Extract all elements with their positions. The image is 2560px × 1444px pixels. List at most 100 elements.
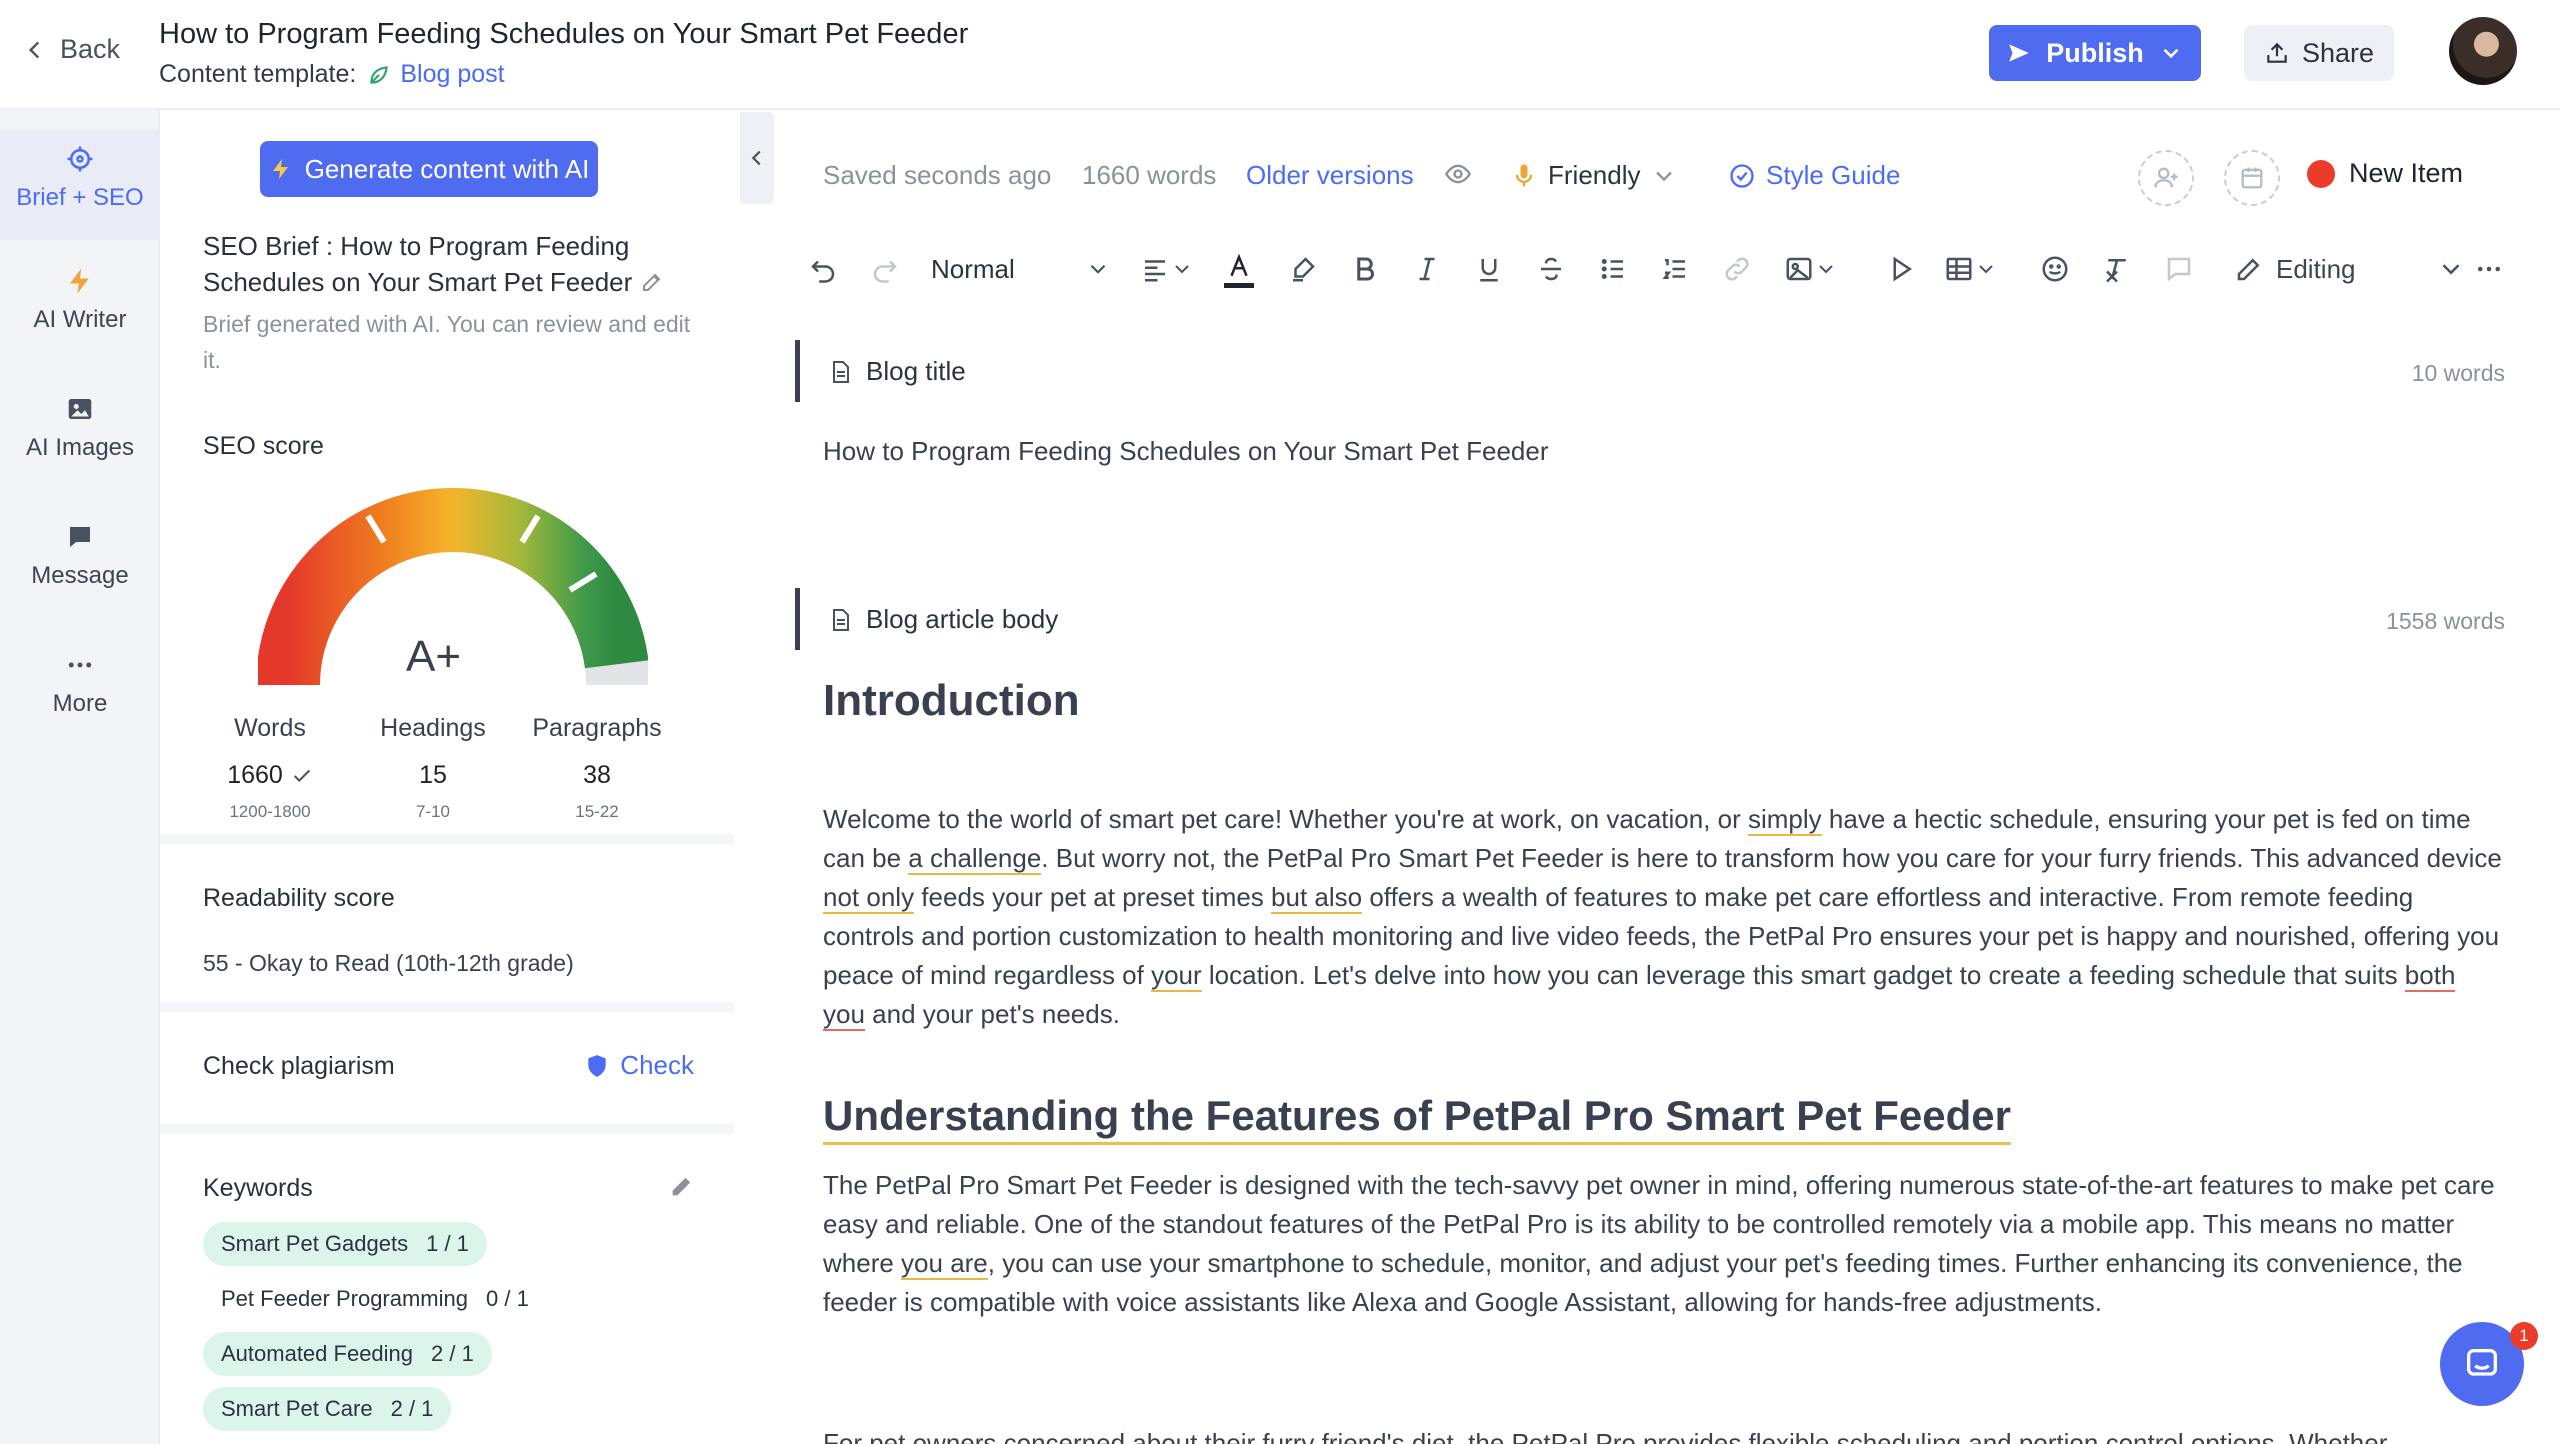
comment-button[interactable] [2164, 250, 2194, 288]
keyword-chip[interactable]: Automated Feeding 2 / 1 [203, 1332, 492, 1376]
block-label: Blog article body [828, 604, 1058, 635]
paragraph-style-select[interactable]: Normal [931, 250, 1111, 288]
seo-card: Generate content with AI SEO Brief : How… [160, 110, 734, 834]
suggestion-underline[interactable]: your [1151, 960, 1202, 992]
pencil-icon [2237, 258, 2260, 281]
align-left-icon [1145, 260, 1165, 282]
nav-ai-images[interactable]: AI Images [0, 394, 160, 462]
microphone-icon [1515, 163, 1533, 186]
paragraph-diet[interactable]: For pet owners concerned about their fur… [823, 1424, 2503, 1444]
paragraph-features[interactable]: The PetPal Pro Smart Pet Feeder is desig… [823, 1166, 2503, 1322]
suggestion-underline[interactable]: but also [1271, 882, 1363, 914]
suggestion-underline[interactable]: a challenge [908, 843, 1042, 875]
nav-label: AI Writer [33, 306, 127, 333]
keyword-chip[interactable]: Smart Pet Gadgets 1 / 1 [203, 1222, 487, 1266]
text-run: feeds your pet at preset times [914, 882, 1272, 912]
crosshair-icon [67, 146, 93, 172]
keyword-count: 0 / 1 [486, 1286, 529, 1311]
undo-button[interactable] [808, 250, 838, 288]
edit-icon[interactable] [640, 270, 664, 294]
generate-content-button[interactable]: Generate content with AI [260, 141, 598, 197]
italic-icon [1419, 257, 1435, 281]
redo-button[interactable] [870, 250, 900, 288]
add-user-icon [2154, 167, 2178, 188]
keyword-chip[interactable]: Smart Pet Care 2 / 1 [203, 1387, 452, 1431]
metric-label: Words [234, 714, 306, 742]
link-icon [1725, 257, 1749, 281]
metric-range: 15-22 [575, 802, 619, 821]
nav-ai-writer[interactable]: AI Writer [0, 266, 160, 334]
editing-mode-dropdown[interactable] [2436, 250, 2466, 288]
emoji-button[interactable] [2040, 250, 2070, 288]
style-guide-button[interactable]: Style Guide [1728, 160, 1900, 191]
redo-icon [873, 260, 897, 283]
publish-button[interactable]: Publish [1989, 25, 2201, 81]
bullet-list-button[interactable] [1598, 250, 1628, 288]
insert-image-button[interactable] [1784, 250, 1838, 288]
keyword-chip[interactable]: Pet Feeder Programming 0 / 1 [203, 1277, 547, 1321]
highlight-button[interactable] [1288, 250, 1318, 288]
keyword-name: Automated Feeding [221, 1341, 414, 1366]
upload-icon [2267, 42, 2287, 63]
align-button[interactable] [1140, 250, 1194, 288]
schedule-button[interactable] [2224, 150, 2280, 206]
ellipsis-icon [2478, 266, 2500, 272]
clear-format-button[interactable] [2102, 250, 2132, 288]
metric-range: 7-10 [415, 802, 451, 821]
more-options-button[interactable] [2474, 250, 2504, 288]
text-run: , you can use your smartphone to schedul… [823, 1248, 2463, 1317]
metric-value-row: 15 [353, 761, 513, 790]
nav-message[interactable]: Message [0, 522, 160, 590]
text-color-button[interactable] [1224, 250, 1254, 288]
underline-icon [1480, 259, 1498, 282]
template-link[interactable]: Blog post [366, 60, 505, 89]
link-button[interactable] [1722, 250, 1752, 288]
editing-mode-select[interactable]: Editing [2234, 250, 2356, 288]
chevron-down-icon [1979, 265, 1993, 274]
numbered-list-button[interactable] [1660, 250, 1690, 288]
nav-label: Message [31, 562, 129, 589]
suggestion-underline[interactable]: simply [1748, 804, 1822, 836]
preview-button[interactable] [1444, 160, 1472, 188]
underline-button[interactable] [1474, 250, 1504, 288]
document-title: How to Program Feeding Schedules on Your… [159, 18, 969, 50]
back-button[interactable]: Back [22, 34, 120, 65]
shield-icon [588, 1054, 606, 1077]
older-versions-link[interactable]: Older versions [1246, 160, 1414, 191]
nav-brief-seo[interactable]: Brief + SEO [0, 130, 160, 240]
plagiarism-card: Check plagiarism Check [160, 1012, 734, 1124]
nav-more[interactable]: More [0, 650, 160, 718]
share-button[interactable]: Share [2244, 25, 2394, 81]
blog-title-input[interactable]: How to Program Feeding Schedules on Your… [823, 436, 1549, 467]
block-word-count: 10 words [2411, 360, 2505, 386]
heading-features[interactable]: Understanding the Features of PetPal Pro… [823, 1092, 2011, 1145]
tone-select[interactable]: Friendly [1510, 160, 1678, 191]
top-header: Back How to Program Feeding Schedules on… [0, 0, 2560, 110]
text-run: and your pet's needs. [864, 999, 1120, 1029]
generate-label: Generate content with AI [304, 153, 590, 184]
check-plagiarism-button[interactable]: Check [584, 1050, 694, 1081]
text-color-icon [1230, 253, 1248, 276]
block-word-count: 1558 words [2386, 608, 2505, 634]
italic-button[interactable] [1412, 250, 1442, 288]
edit-icon[interactable] [668, 1172, 696, 1200]
status-new-item[interactable]: New Item [2307, 158, 2463, 189]
text-run: . But worry not, the PetPal Pro Smart Pe… [1041, 843, 2502, 873]
paragraph-intro[interactable]: Welcome to the world of smart pet care! … [823, 800, 2503, 1034]
image-icon [68, 399, 92, 419]
user-avatar[interactable] [2449, 17, 2517, 85]
assign-user-button[interactable] [2138, 150, 2194, 206]
collapse-panel-button[interactable] [740, 112, 774, 204]
heading-introduction[interactable]: Introduction [823, 676, 1080, 726]
insert-table-button[interactable] [1944, 250, 1998, 288]
keyword-count: 2 / 1 [390, 1396, 434, 1421]
keywords-card: Keywords Smart Pet Gadgets 1 / 1 Pet Feed… [160, 1134, 734, 1444]
style-guide-label: Style Guide [1766, 160, 1901, 190]
bold-button[interactable] [1350, 250, 1380, 288]
publish-label: Publish [2046, 37, 2144, 68]
insert-video-button[interactable] [1886, 250, 1916, 288]
strikethrough-button[interactable] [1536, 250, 1566, 288]
check-label: Check [620, 1050, 694, 1080]
suggestion-underline[interactable]: you are [901, 1248, 988, 1280]
suggestion-underline[interactable]: not only [823, 882, 915, 914]
